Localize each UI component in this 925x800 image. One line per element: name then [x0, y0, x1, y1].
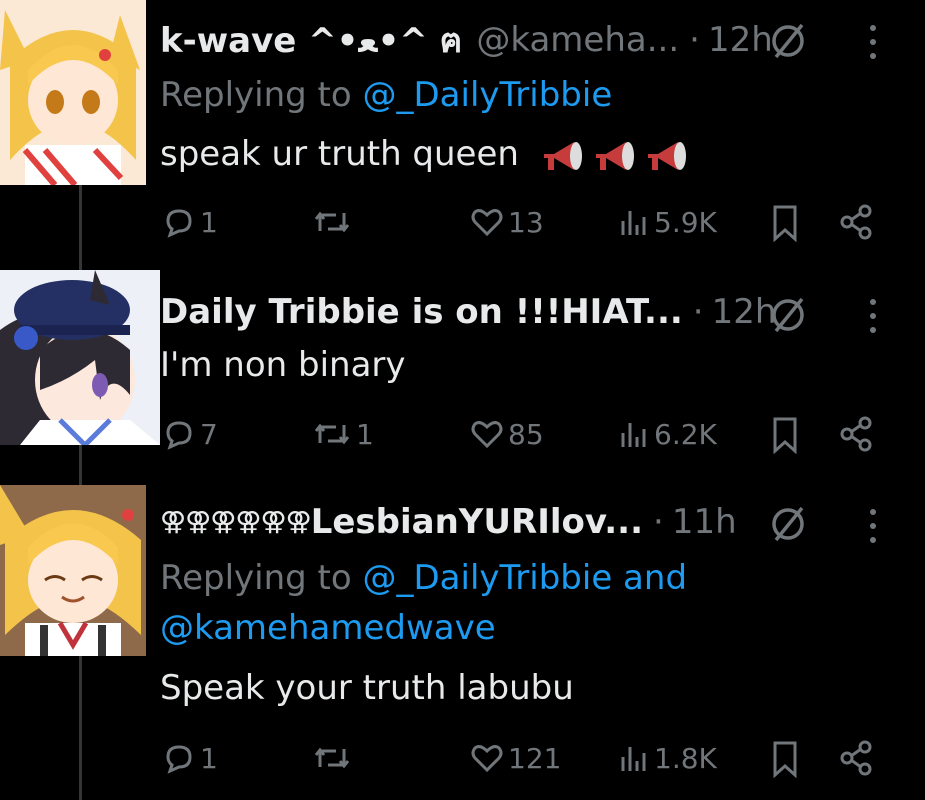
- reply-icon: [166, 745, 192, 774]
- repost-icon: [314, 423, 350, 445]
- reply-count: 7: [200, 417, 218, 451]
- tweet-text: speak ur truth queen: [160, 132, 690, 176]
- replying-to: Replying to @_DailyTribbie and: [160, 556, 687, 600]
- display-name[interactable]: Daily Tribbie is on !!!HIAT...: [160, 292, 683, 332]
- heart-icon: [471, 745, 503, 773]
- views-button[interactable]: 1.8K: [618, 736, 717, 780]
- thread-line: [79, 445, 82, 485]
- replying-to: Replying to @_DailyTribbie: [160, 73, 612, 117]
- views-button[interactable]: 5.9K: [618, 200, 717, 244]
- reply-button[interactable]: 7: [162, 412, 218, 456]
- heart-icon: [471, 209, 503, 237]
- tweet-text: I'm non binary: [160, 345, 406, 385]
- mention-link[interactable]: @kamehamedwave: [160, 608, 496, 648]
- share-icon[interactable]: [838, 740, 874, 776]
- views-chart-icon: [621, 423, 646, 447]
- views-button[interactable]: 6.2K: [618, 412, 717, 456]
- heart-icon: [471, 421, 503, 449]
- thread-line: [79, 656, 82, 800]
- avatar[interactable]: [0, 0, 146, 185]
- more-options-icon[interactable]: [866, 296, 880, 336]
- tweet-actions: 1 13 5.9K: [160, 200, 925, 244]
- repost-count: 1: [356, 417, 374, 451]
- tweet-header: ⚢⚢⚢⚢⚢⚢ LesbianYURIlov... · 11h: [160, 494, 737, 550]
- repost-icon: [314, 747, 350, 769]
- like-button[interactable]: 85: [470, 412, 544, 456]
- view-count: 5.9K: [654, 205, 717, 239]
- loudspeaker-emoji: [543, 141, 686, 170]
- view-count: 1.8K: [654, 741, 717, 775]
- reply-button[interactable]: 1: [162, 736, 218, 780]
- mention-link[interactable]: @_DailyTribbie: [363, 75, 613, 115]
- reply-icon: [166, 421, 192, 450]
- like-button[interactable]: 13: [470, 200, 544, 244]
- display-name-symbols: ⚢⚢⚢⚢⚢⚢: [160, 507, 312, 537]
- views-chart-icon: [621, 211, 646, 235]
- user-handle[interactable]: @kameha...: [476, 20, 679, 60]
- grok-icon[interactable]: [768, 503, 808, 543]
- tweet-header: Daily Tribbie is on !!!HIAT... · 12h: [160, 284, 776, 340]
- thread-line: [79, 185, 82, 270]
- views-chart-icon: [621, 747, 646, 771]
- separator-dot: ·: [692, 292, 704, 332]
- reply-button[interactable]: 1: [162, 200, 218, 244]
- timestamp[interactable]: 12h: [708, 20, 773, 60]
- like-button[interactable]: 121: [470, 736, 561, 780]
- repost-button[interactable]: [312, 736, 356, 780]
- replying-to-continued: @kamehamedwave: [160, 606, 496, 650]
- more-options-icon[interactable]: [866, 22, 880, 62]
- bookmark-icon[interactable]: [770, 416, 800, 454]
- tweet-actions: 7 1 85 6.2K: [160, 412, 925, 456]
- reply-count: 1: [200, 205, 218, 239]
- avatar[interactable]: [0, 485, 146, 656]
- mention-link[interactable]: @_DailyTribbie and: [363, 558, 688, 598]
- reply-icon: [166, 209, 192, 238]
- tweet-actions: 1 121 1.8K: [160, 736, 925, 780]
- repost-button[interactable]: 1: [312, 412, 374, 456]
- share-icon[interactable]: [838, 416, 874, 452]
- more-options-icon[interactable]: [866, 506, 880, 546]
- grok-icon[interactable]: [768, 294, 808, 334]
- share-icon[interactable]: [838, 204, 874, 240]
- separator-dot: ·: [653, 502, 664, 542]
- replying-to-label: Replying to: [160, 75, 363, 115]
- view-count: 6.2K: [654, 417, 717, 451]
- tweet-header: k-wave ^•ﻌ•^ ฅ @kameha... · 12h: [160, 12, 773, 68]
- like-count: 121: [508, 741, 562, 775]
- tweet-text-content: speak ur truth queen: [160, 134, 519, 174]
- reply-count: 1: [200, 741, 218, 775]
- bookmark-icon[interactable]: [770, 740, 800, 778]
- replying-to-label: Replying to: [160, 558, 363, 598]
- display-name[interactable]: LesbianYURIlov...: [311, 502, 643, 542]
- like-count: 13: [508, 205, 544, 239]
- bookmark-icon[interactable]: [770, 204, 800, 242]
- display-name[interactable]: k-wave ^•ﻌ•^ ฅ: [160, 13, 462, 67]
- separator-dot: ·: [689, 20, 700, 60]
- tweet-text: Speak your truth labubu: [160, 668, 574, 708]
- repost-icon: [314, 211, 350, 233]
- like-count: 85: [508, 417, 544, 451]
- avatar[interactable]: [0, 270, 160, 445]
- repost-button[interactable]: [312, 200, 356, 244]
- grok-icon[interactable]: [768, 20, 808, 60]
- timestamp[interactable]: 11h: [672, 502, 737, 542]
- timestamp[interactable]: 12h: [712, 292, 777, 332]
